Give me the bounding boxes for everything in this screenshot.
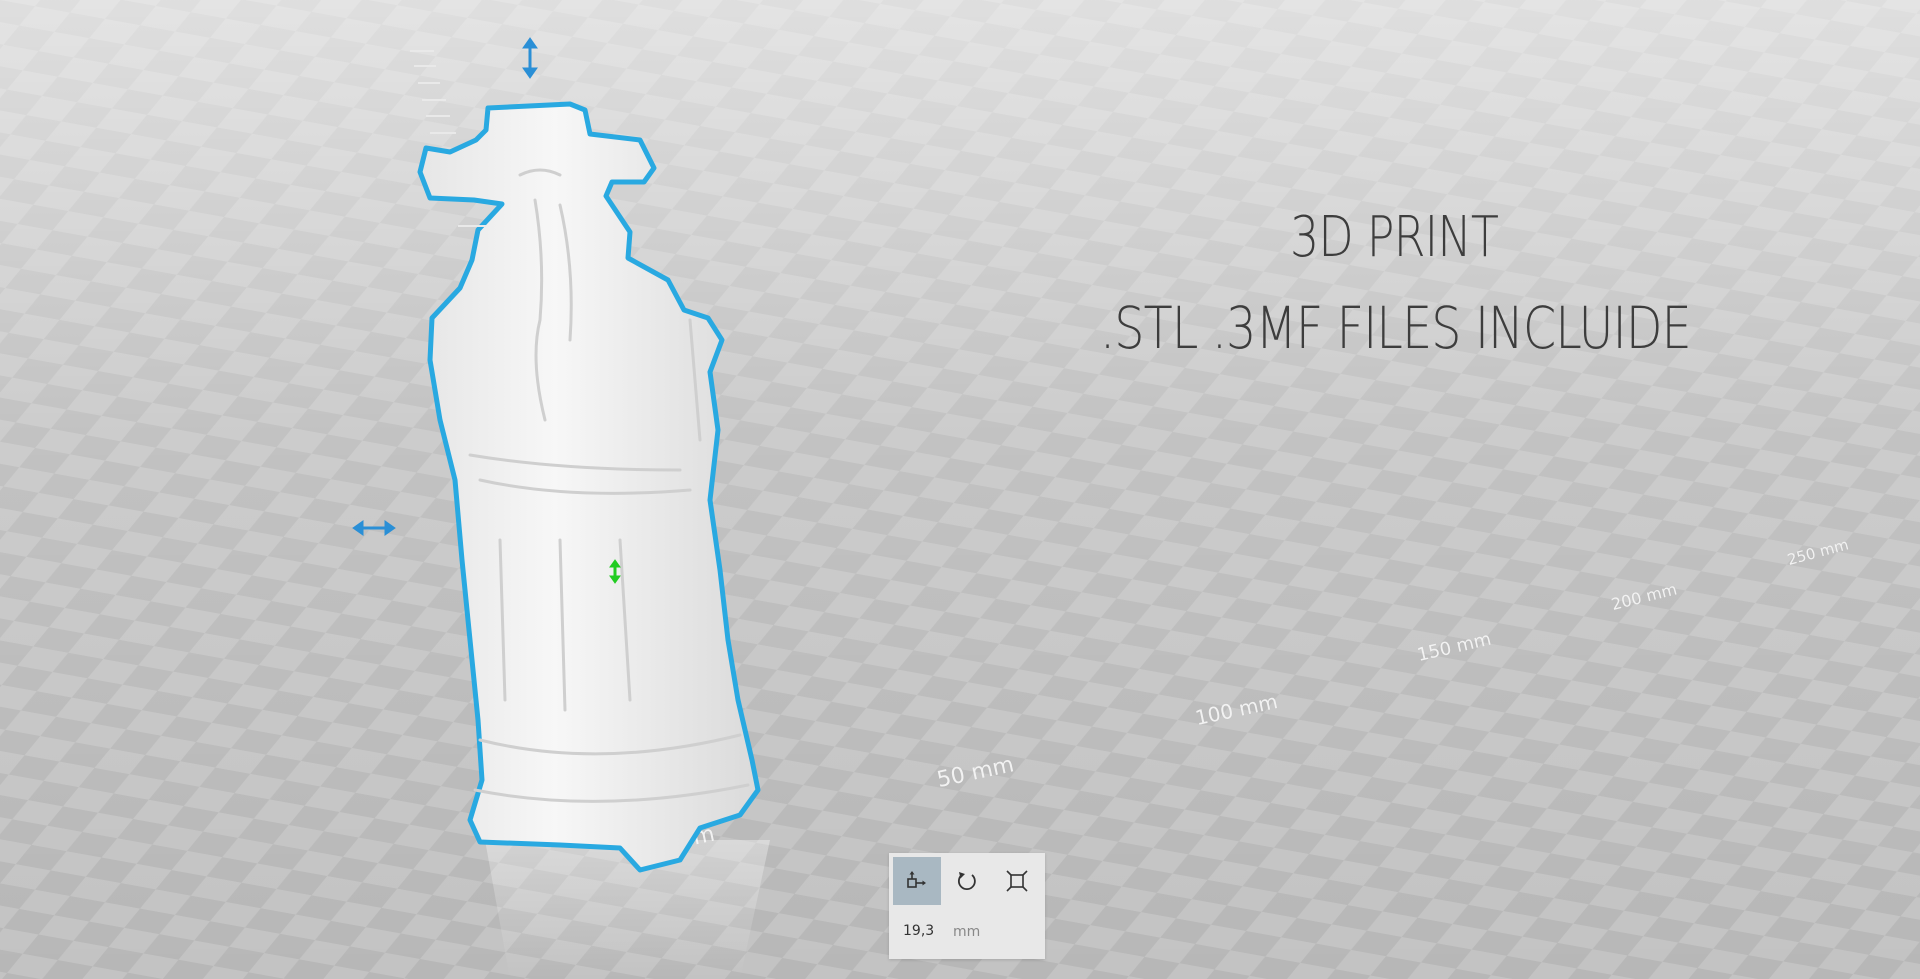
scale-icon bbox=[1006, 870, 1028, 892]
scale-tool-button[interactable] bbox=[993, 857, 1041, 905]
double-arrow-vertical-icon[interactable] bbox=[522, 37, 538, 79]
size-unit: mm bbox=[953, 924, 981, 940]
rotate-icon bbox=[957, 872, 976, 890]
transform-toolbox: 19,3 mm bbox=[889, 853, 1045, 959]
move-tool-button[interactable] bbox=[893, 857, 941, 905]
model-reflection bbox=[485, 840, 770, 979]
double-arrow-horizontal-icon[interactable] bbox=[352, 520, 396, 536]
3d-viewport[interactable]: mm 50 mm 100 mm 150 mm 200 mm 250 mm 3D … bbox=[0, 0, 1920, 979]
selected-model[interactable] bbox=[0, 0, 1920, 979]
move-icon bbox=[907, 871, 926, 888]
size-value[interactable]: 19,3 bbox=[903, 923, 934, 939]
rotate-tool-button[interactable] bbox=[943, 857, 991, 905]
